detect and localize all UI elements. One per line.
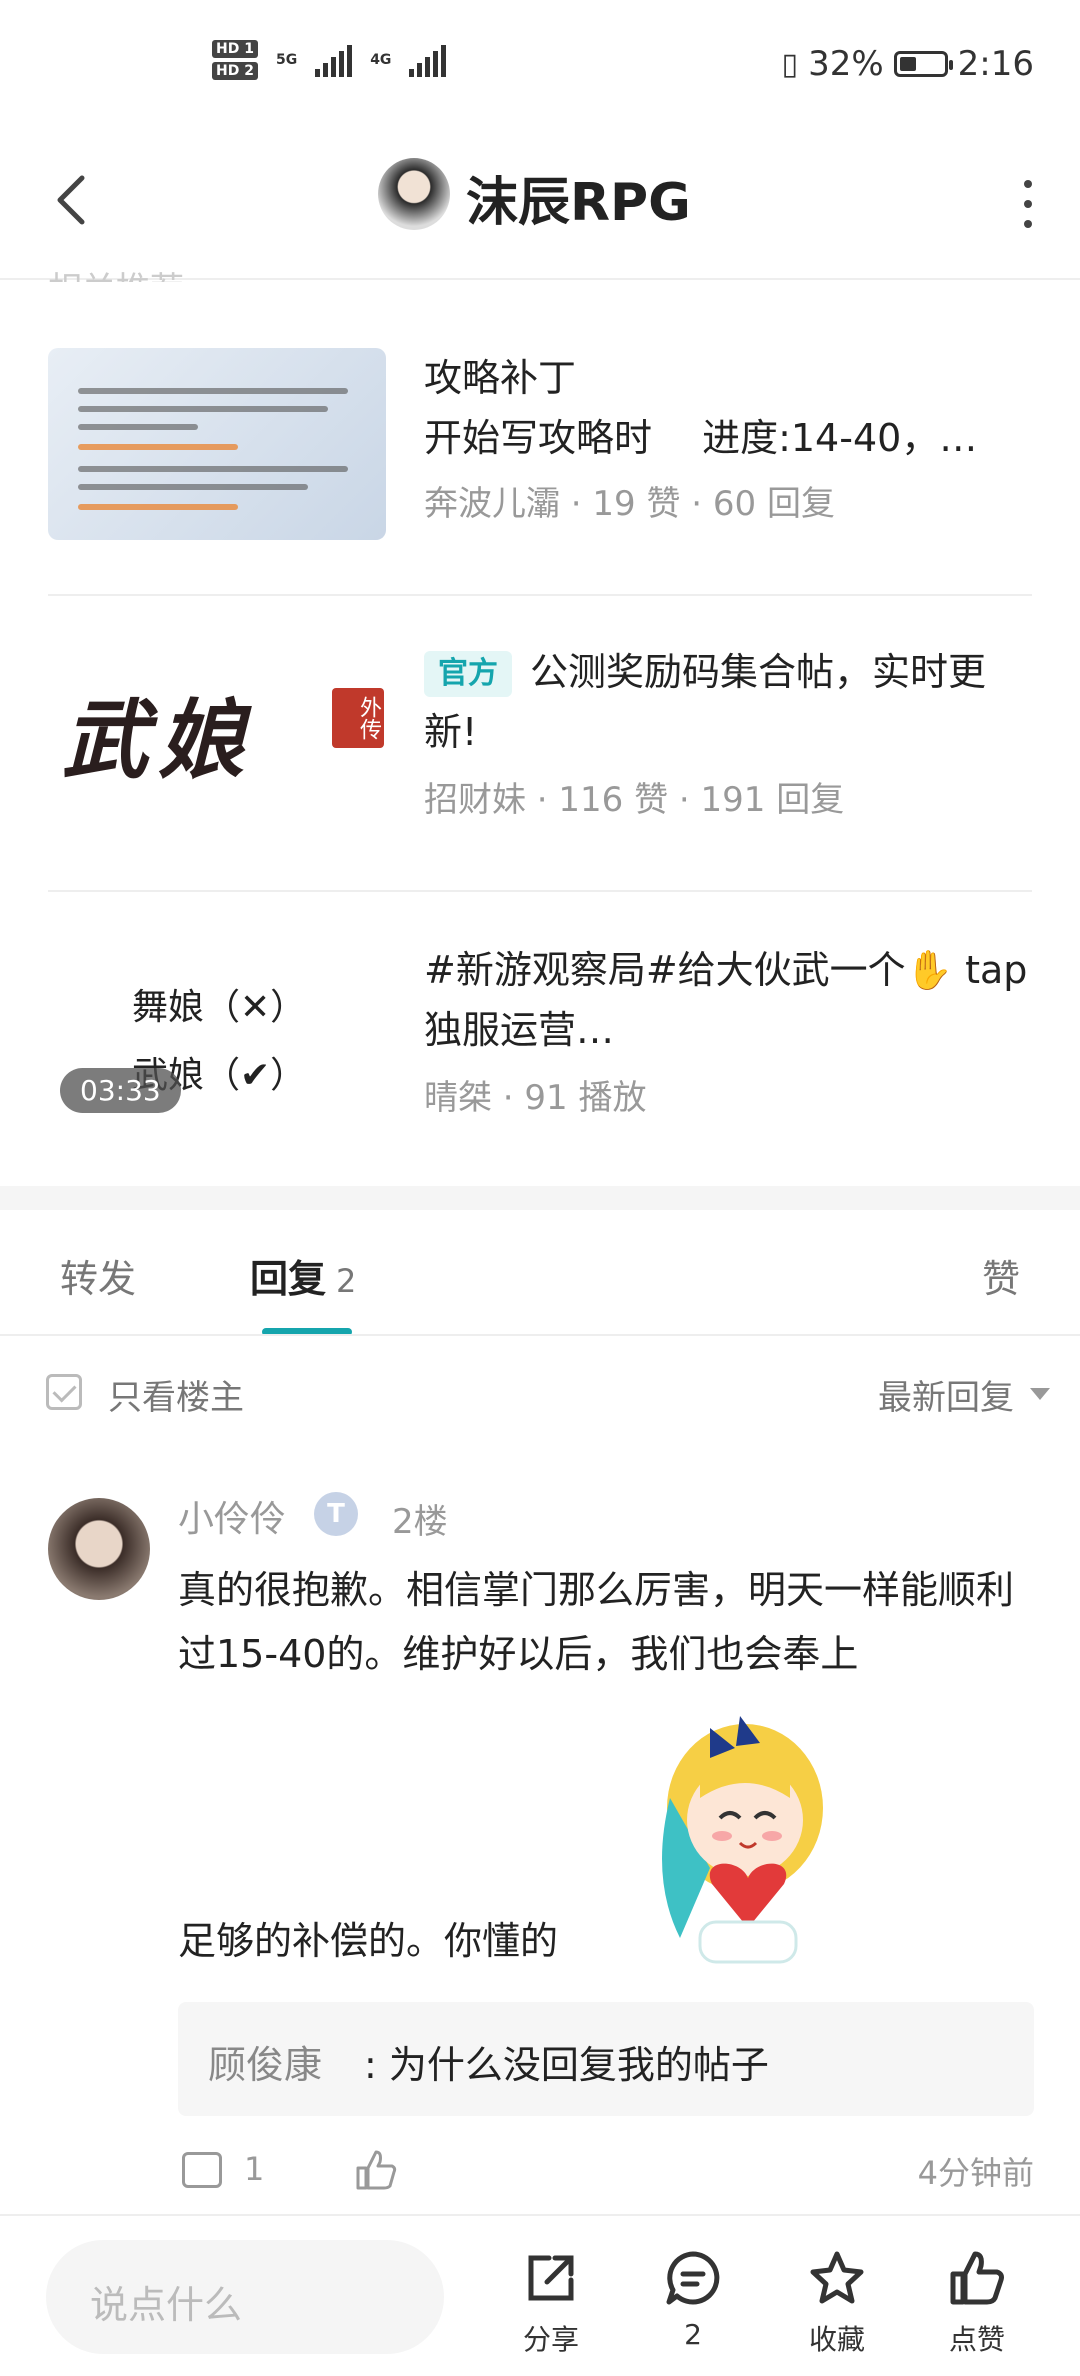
reply-text: 真的很抱歉。相信掌门那么厉害，明天一样能顺利过15-40的。维护好以后，我们也会… <box>178 1568 1015 1676</box>
divider <box>48 890 1032 892</box>
list-item[interactable]: 攻略补丁 开始写攻略时 进度:14-40，… 奔波儿灞 · 19 赞 · 60 … <box>424 348 1034 525</box>
post-meta: 晴桀 · 91 播放 <box>424 1078 647 1118</box>
like-button[interactable]: 点赞 <box>922 2248 1032 2358</box>
chevron-down-icon[interactable] <box>1030 1388 1050 1400</box>
favorite-button[interactable]: 收藏 <box>782 2248 892 2358</box>
comment-bubble-icon <box>666 2251 720 2305</box>
official-tag: 官方 <box>424 651 512 697</box>
thumbs-up-icon <box>950 2251 1004 2305</box>
network-indicators: HD 1 HD 2 5G 4G <box>212 40 447 80</box>
tab-reply-label: 回复 <box>250 1257 327 1301</box>
app-header: 沫辰RPG <box>0 130 1080 280</box>
signal-icon <box>315 43 353 77</box>
level-badge: T <box>314 1492 358 1536</box>
hd1-indicator: HD 1 <box>212 40 258 58</box>
post-meta: 招财妹 · 116 赞 · 191 回复 <box>424 780 845 820</box>
comment-input-placeholder: 说点什么 <box>90 2283 243 2327</box>
comment-count: 1 <box>244 2150 265 2188</box>
post-excerpt: 开始写攻略时 进度:14-40，… <box>424 416 978 460</box>
game-logo[interactable]: 武娘 外传 <box>62 670 384 791</box>
only-op-checkbox[interactable] <box>46 1374 82 1410</box>
author-avatar[interactable] <box>378 158 450 230</box>
avatar[interactable] <box>48 1498 150 1600</box>
net2-label: 4G <box>370 52 392 68</box>
battery-icon <box>893 51 953 77</box>
reply-time: 4分钟前 <box>917 2154 1034 2192</box>
star-icon <box>810 2251 864 2304</box>
video-duration: 03:33 <box>60 1068 181 1113</box>
status-bar: HD 1 HD 2 5G 4G ▯ 32% 2:16 <box>0 0 1080 130</box>
like-label: 点赞 <box>948 2323 1005 2356</box>
sub-reply-author[interactable]: 顾俊康 <box>208 2034 322 2089</box>
share-label: 分享 <box>522 2323 579 2356</box>
logo-text: 武娘 <box>62 690 254 791</box>
sub-reply[interactable]: 顾俊康 : 为什么没回复我的帖子 <box>178 2002 1034 2116</box>
tab-like[interactable]: 赞 <box>982 1248 1020 1303</box>
divider <box>48 594 1032 596</box>
back-arrow-icon[interactable] <box>44 170 104 230</box>
status-right: ▯ 32% 2:16 <box>782 44 1034 84</box>
only-op-label[interactable]: 只看楼主 <box>108 1370 244 1419</box>
list-item[interactable]: #新游观察局#给大伙武一个✋ tap独服运营… 晴桀 · 91 播放 <box>424 940 1034 1119</box>
reply-floor: 2楼 <box>392 1502 448 1542</box>
share-icon <box>528 2255 574 2301</box>
section-separator <box>0 1186 1080 1210</box>
tab-reply[interactable]: 回复 2 <box>250 1248 356 1303</box>
divider <box>0 1334 1080 1336</box>
share-button[interactable]: 分享 <box>496 2248 606 2358</box>
battery-percent: 32% <box>808 44 884 84</box>
post-meta: 奔波儿灞 · 19 赞 · 60 回复 <box>424 484 835 524</box>
vibrate-icon: ▯ <box>781 46 799 82</box>
post-title: #新游观察局#给大伙武一个✋ tap独服运营… <box>424 948 1028 1052</box>
sort-dropdown[interactable]: 最新回复 <box>878 1370 1014 1419</box>
reply-author[interactable]: 小伶伶 <box>178 1490 286 1542</box>
thumb-line-1: 舞娘（✕） <box>132 987 307 1028</box>
reply-text-tail: 足够的补偿的。你懂的 <box>178 1919 559 1963</box>
hd2-indicator: HD 2 <box>212 62 258 80</box>
signal-icon-2 <box>409 43 447 77</box>
tab-reply-count: 2 <box>336 1262 357 1300</box>
net1-label: 5G <box>275 52 298 68</box>
post-thumbnail[interactable] <box>48 348 386 540</box>
favorite-label: 收藏 <box>808 2323 865 2356</box>
divider <box>0 2214 1080 2216</box>
more-menu-icon[interactable] <box>1020 180 1036 228</box>
post-title: 攻略补丁 <box>424 356 577 400</box>
thumbs-up-icon[interactable] <box>354 2148 398 2192</box>
section-title-cut: 相关推荐 <box>48 262 184 282</box>
comments-button[interactable]: 2 <box>638 2248 748 2351</box>
list-item[interactable]: 官方 公测奖励码集合帖，实时更新! 招财妹 · 116 赞 · 191 回复 <box>424 642 1034 821</box>
sticker-image <box>662 1716 823 1964</box>
sub-reply-text: : 为什么没回复我的帖子 <box>364 2043 769 2087</box>
clock: 2:16 <box>957 44 1034 84</box>
tab-forward[interactable]: 转发 <box>60 1248 136 1303</box>
comment-input[interactable]: 说点什么 <box>46 2240 444 2354</box>
comment-icon[interactable] <box>182 2152 222 2188</box>
logo-seal: 外传 <box>332 688 384 748</box>
comments-count: 2 <box>684 2318 702 2351</box>
page-title[interactable]: 沫辰RPG <box>466 160 691 235</box>
